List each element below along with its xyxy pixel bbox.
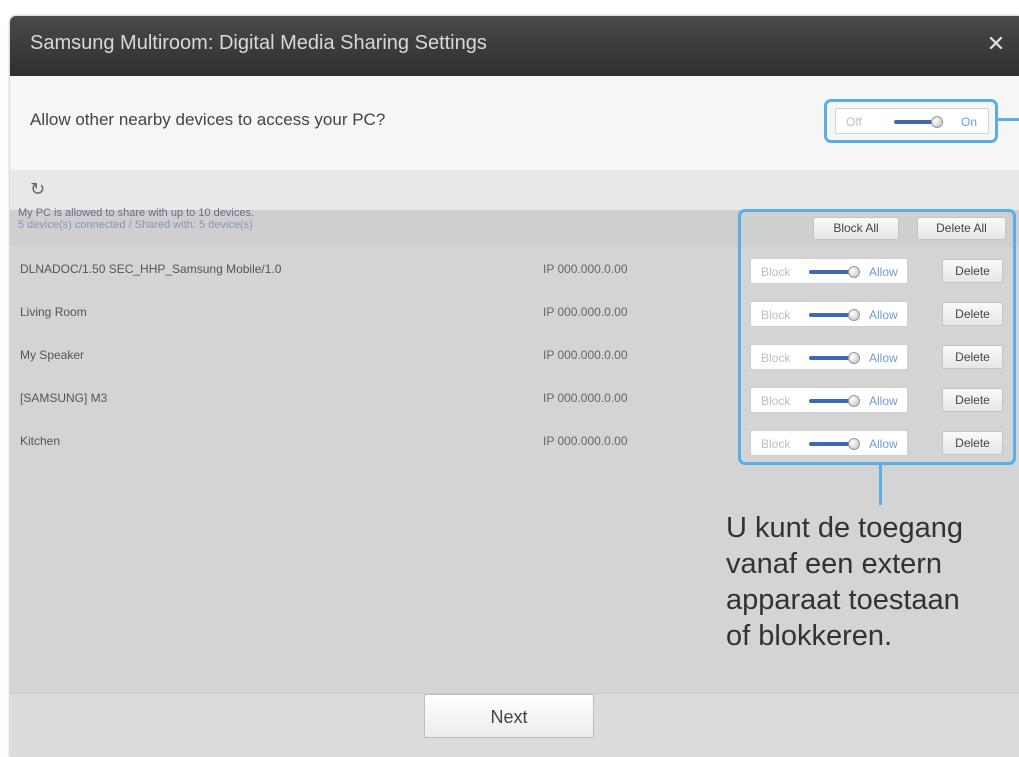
block-allow-toggle[interactable]: Block Allow: [750, 387, 908, 413]
toggle-knob: [848, 266, 860, 278]
allow-label: Allow: [869, 437, 898, 451]
annotation-callout: U kunt de toegang vanaf een extern appar…: [726, 510, 1016, 654]
allow-label: Allow: [869, 308, 898, 322]
toggle-knob: [848, 438, 860, 450]
delete-all-button[interactable]: Delete All: [917, 217, 1006, 240]
block-allow-toggle[interactable]: Block Allow: [750, 344, 908, 370]
toggle-knob: [848, 352, 860, 364]
block-all-button[interactable]: Block All: [813, 217, 899, 240]
block-label: Block: [761, 394, 791, 408]
device-name: Kitchen: [20, 434, 61, 448]
toggle-track: [809, 270, 851, 274]
device-name: [SAMSUNG] M3: [20, 391, 108, 405]
block-label: Block: [761, 437, 791, 451]
delete-button[interactable]: Delete: [942, 388, 1003, 412]
allow-label: Allow: [869, 394, 898, 408]
allow-label: Allow: [869, 351, 898, 365]
device-name: DLNADOC/1.50 SEC_HHP_Samsung Mobile/1.0: [20, 262, 282, 276]
share-limit-text: My PC is allowed to share with up to 10 …: [18, 207, 255, 219]
access-question: Allow other nearby devices to access you…: [30, 110, 386, 129]
block-allow-toggle[interactable]: Block Allow: [750, 301, 908, 327]
next-button[interactable]: Next: [424, 694, 594, 738]
device-ip: IP 000.000.0.00: [543, 262, 628, 276]
allow-label: Allow: [869, 265, 898, 279]
toggle-knob: [848, 395, 860, 407]
highlight-connector: [998, 118, 1019, 121]
device-ip: IP 000.000.0.00: [543, 434, 628, 448]
access-toggle[interactable]: Off On: [835, 108, 989, 134]
annotation-line: of blokkeren.: [726, 620, 893, 652]
window-title: Samsung Multiroom: Digital Media Sharing…: [30, 32, 487, 54]
annotation-connector: [879, 465, 882, 505]
share-status-text: 5 device(s) connected / Shared with: 5 d…: [18, 219, 253, 231]
refresh-icon[interactable]: ↻: [30, 179, 45, 200]
device-name: Living Room: [20, 305, 87, 319]
toggle-track: [809, 313, 851, 317]
toggle-knob: [931, 116, 943, 128]
annotation-line: apparaat toestaan: [726, 584, 960, 616]
toggle-off-label: Off: [846, 115, 862, 129]
block-label: Block: [761, 351, 791, 365]
device-name: My Speaker: [20, 348, 85, 362]
annotation-line: U kunt de toegang: [726, 512, 964, 544]
toggle-track: [894, 120, 934, 124]
refresh-row: ↻: [10, 170, 1019, 210]
close-icon[interactable]: ✕: [985, 33, 1007, 55]
block-allow-toggle[interactable]: Block Allow: [750, 258, 908, 284]
device-ip: IP 000.000.0.00: [543, 391, 628, 405]
delete-button[interactable]: Delete: [942, 431, 1003, 455]
block-allow-toggle[interactable]: Block Allow: [750, 430, 908, 456]
toggle-track: [809, 399, 851, 403]
block-label: Block: [761, 265, 791, 279]
delete-button[interactable]: Delete: [942, 259, 1003, 283]
toggle-knob: [848, 309, 860, 321]
title-bar: Samsung Multiroom: Digital Media Sharing…: [10, 16, 1019, 76]
toggle-track: [809, 442, 851, 446]
toggle-track: [809, 356, 851, 360]
device-ip: IP 000.000.0.00: [543, 305, 628, 319]
block-label: Block: [761, 308, 791, 322]
delete-button[interactable]: Delete: [942, 302, 1003, 326]
device-ip: IP 000.000.0.00: [543, 348, 628, 362]
annotation-line: vanaf een extern: [726, 548, 943, 580]
delete-button[interactable]: Delete: [942, 345, 1003, 369]
toggle-on-label: On: [961, 115, 978, 129]
